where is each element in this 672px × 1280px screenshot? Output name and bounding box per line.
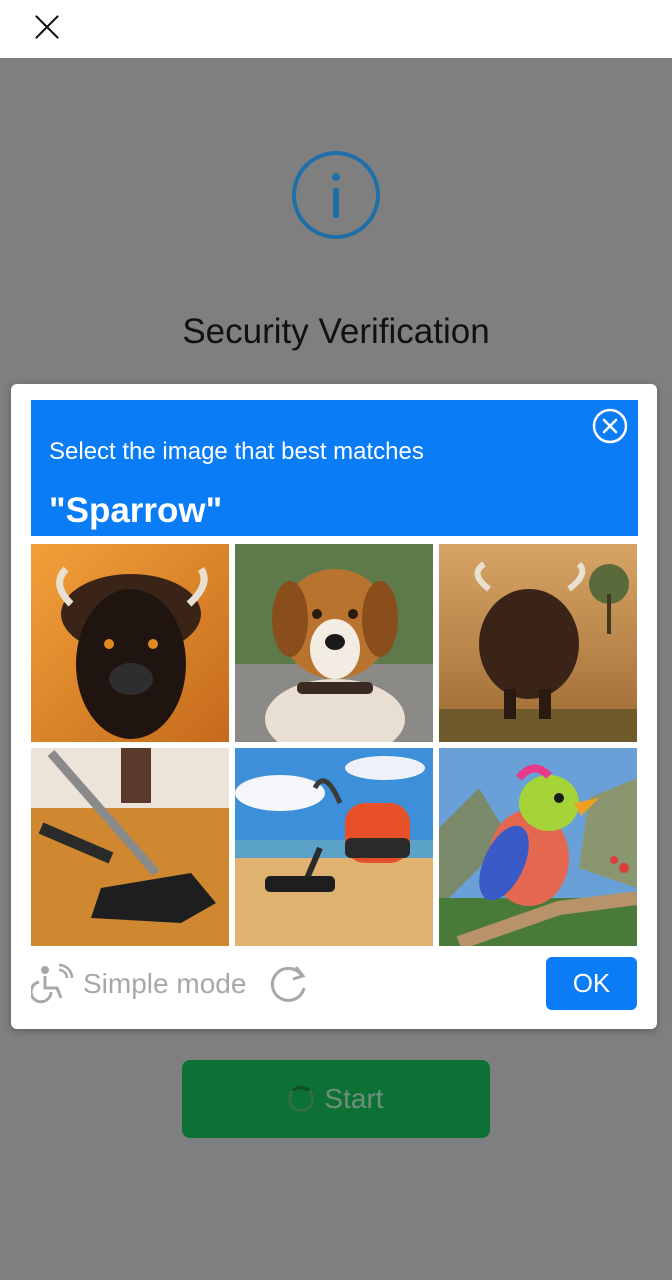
captcha-tile-vacuum[interactable]	[31, 748, 229, 946]
start-button[interactable]: Start	[182, 1060, 490, 1138]
captcha-tile-dog[interactable]	[235, 544, 433, 742]
captcha-tile-vacuum-beach[interactable]	[235, 748, 433, 946]
captcha-image-grid	[31, 544, 638, 946]
bird-image	[439, 748, 637, 946]
close-circle-icon[interactable]	[592, 408, 628, 444]
accessibility-icon[interactable]	[31, 962, 75, 1006]
page-title: Security Verification	[182, 312, 490, 351]
simple-mode-link[interactable]: Simple mode	[83, 968, 246, 1000]
close-icon[interactable]	[30, 10, 64, 44]
captcha-tile-bison[interactable]	[31, 544, 229, 742]
start-label: Start	[324, 1083, 384, 1114]
captcha-target: "Sparrow"	[49, 491, 223, 530]
vacuum-image	[31, 748, 229, 946]
vacuum-beach-image	[235, 748, 433, 946]
captcha-instruction: Select the image that best matches	[49, 438, 424, 465]
loading-spinner-icon	[288, 1086, 315, 1112]
captcha-tile-bird[interactable]	[439, 748, 637, 946]
bison-savanna-image	[439, 544, 637, 742]
dog-image	[235, 544, 433, 742]
captcha-prompt: Select the image that best matches "Spar…	[31, 400, 638, 536]
info-icon	[292, 151, 380, 239]
refresh-icon[interactable]	[266, 962, 310, 1006]
captcha-tile-bison-savanna[interactable]	[439, 544, 637, 742]
bison-image	[31, 544, 229, 742]
ok-button[interactable]: OK	[546, 957, 637, 1010]
captcha-footer: Simple mode	[31, 956, 310, 1012]
captcha-dialog: Select the image that best matches "Spar…	[11, 384, 657, 1029]
top-bar	[0, 0, 672, 58]
